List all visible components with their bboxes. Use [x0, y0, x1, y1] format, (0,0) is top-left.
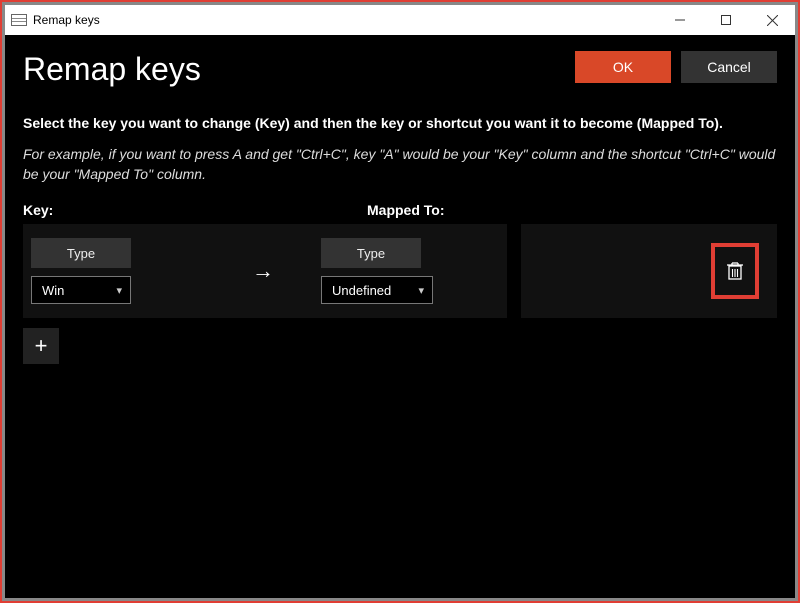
column-headers: Key: Mapped To: [23, 202, 777, 218]
row-actions-panel [521, 224, 777, 318]
content-area: Remap keys OK Cancel Select the key you … [5, 35, 795, 598]
delete-row-button[interactable] [724, 259, 746, 283]
key-select-value: Win [42, 283, 116, 298]
example-text: For example, if you want to press A and … [23, 144, 777, 185]
key-type-button[interactable]: Type [31, 238, 131, 268]
cancel-button[interactable]: Cancel [681, 51, 777, 83]
mapped-column: Type Undefined ▾ [313, 238, 507, 304]
close-icon [767, 15, 778, 26]
mapped-select[interactable]: Undefined ▾ [321, 276, 433, 304]
chevron-down-icon: ▾ [418, 284, 424, 297]
mapped-type-button[interactable]: Type [321, 238, 421, 268]
remap-panel: Type Win ▾ → Type Undefined ▾ [23, 224, 507, 318]
ok-button[interactable]: OK [575, 51, 671, 83]
titlebar: Remap keys [5, 5, 795, 35]
page-title: Remap keys [23, 45, 565, 88]
maximize-button[interactable] [703, 5, 749, 35]
key-column: Type Win ▾ [23, 238, 213, 304]
annotation-outline: Remap keys Remap keys OK Cancel Select t… [0, 0, 800, 603]
description-text: Select the key you want to change (Key) … [23, 114, 777, 134]
add-row-button[interactable]: + [23, 328, 59, 364]
window: Remap keys Remap keys OK Cancel Select t… [5, 5, 795, 598]
key-column-header: Key: [23, 202, 367, 218]
mapped-column-header: Mapped To: [367, 202, 777, 218]
mapped-select-value: Undefined [332, 283, 418, 298]
minimize-button[interactable] [657, 5, 703, 35]
remap-row: Type Win ▾ → Type Undefined ▾ [23, 224, 777, 318]
key-select[interactable]: Win ▾ [31, 276, 131, 304]
app-icon [11, 14, 27, 26]
maximize-icon [721, 15, 731, 25]
window-title: Remap keys [33, 13, 100, 27]
close-window-button[interactable] [749, 5, 795, 35]
minimize-icon [675, 15, 685, 25]
arrow-icon: → [213, 258, 313, 284]
chevron-down-icon: ▾ [116, 284, 122, 297]
delete-highlight [711, 243, 759, 299]
trash-icon [726, 261, 744, 281]
plus-icon: + [35, 333, 48, 359]
header-row: Remap keys OK Cancel [23, 45, 777, 88]
